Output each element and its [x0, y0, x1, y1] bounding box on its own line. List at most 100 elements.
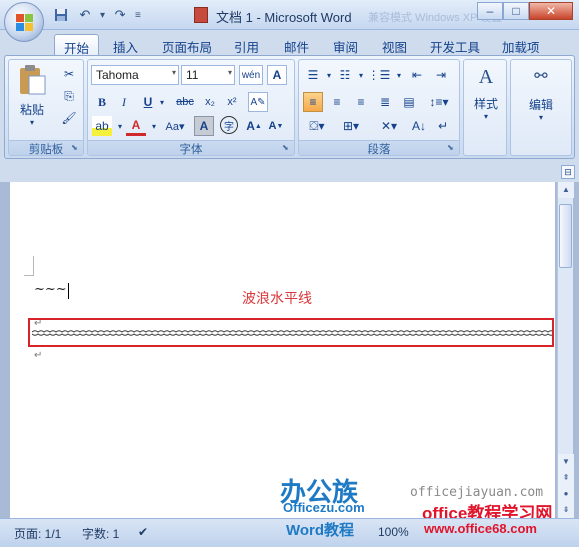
title-bar: ↶ ▾ ↷ ≡ 文档 1 - Microsoft Word 兼容模式 Windo…	[0, 0, 579, 30]
wave-line-highlight-box	[28, 318, 554, 347]
tab-review[interactable]: 审阅	[333, 34, 358, 56]
subscript-button[interactable]: x₂	[200, 92, 220, 112]
paste-label: 粘贴	[19, 103, 44, 117]
enclose-chars-button[interactable]: 字	[220, 116, 238, 134]
dialog-launcher-icon[interactable]: ⬊	[71, 143, 81, 153]
watermark-word-tutorial: Word教程	[286, 522, 355, 539]
change-case-button[interactable]: Aa▾	[162, 116, 188, 136]
scroll-up-icon[interactable]: ▲	[558, 182, 574, 198]
italic-button[interactable]: I	[114, 92, 134, 112]
office-button[interactable]	[4, 2, 44, 42]
tab-insert[interactable]: 插入	[113, 34, 138, 56]
chevron-down-icon: ▾	[171, 68, 176, 77]
tab-page-layout[interactable]: 页面布局	[162, 34, 212, 56]
next-page-icon[interactable]: ⇟	[558, 502, 574, 518]
redo-icon[interactable]: ↷	[111, 6, 129, 24]
previous-page-icon[interactable]: ⇞	[558, 470, 574, 486]
chinese-layout-icon[interactable]: ✕▾	[375, 116, 403, 136]
copy-icon[interactable]: ⎘	[59, 86, 79, 106]
document-icon	[194, 7, 208, 23]
superscript-button[interactable]: x²	[222, 92, 242, 112]
document-page[interactable]	[10, 182, 555, 518]
justify-icon[interactable]: ≣	[375, 92, 395, 112]
font-color-icon[interactable]: A	[126, 116, 146, 136]
paste-button[interactable]: 粘贴 ▾	[15, 64, 49, 127]
increase-indent-icon[interactable]: ⇥	[431, 65, 451, 85]
chevron-down-icon[interactable]: ▾	[389, 65, 409, 85]
phonetic-guide-button[interactable]: wén	[239, 65, 263, 85]
watermark-office68: www.office68.com	[424, 521, 537, 536]
ribbon-tabs: 开始 插入 页面布局 引用 邮件 审阅 视图 开发工具 加载项	[0, 30, 579, 56]
chevron-down-icon[interactable]: ▾	[144, 116, 164, 136]
tab-mailings[interactable]: 邮件	[284, 34, 309, 56]
strikethrough-button[interactable]: abc	[172, 92, 198, 112]
tab-view[interactable]: 视图	[382, 34, 407, 56]
dialog-launcher-icon[interactable]: ⬊	[447, 143, 457, 153]
dialog-launcher-icon[interactable]: ⬊	[282, 143, 292, 153]
tab-references[interactable]: 引用	[234, 34, 259, 56]
page-count[interactable]: 页面: 1/1	[14, 525, 61, 542]
font-size-select[interactable]: 11 ▾	[181, 65, 235, 85]
align-center-icon[interactable]: ≡	[327, 92, 347, 112]
chevron-down-icon: ▾	[227, 68, 232, 77]
line-spacing-icon[interactable]: ↕≡▾	[425, 92, 453, 112]
close-button[interactable]: ✕	[529, 2, 573, 20]
grow-font-button[interactable]: A ▲	[244, 116, 264, 136]
ruler-area: ⊟	[0, 160, 579, 182]
multilevel-list-icon[interactable]: ⋮☰	[368, 65, 391, 85]
watermark-jiayuan: officejiayuan.com	[410, 485, 544, 500]
group-editing: ⚯ 编辑 ▾	[510, 59, 572, 156]
editing-button[interactable]: ⚯ 编辑 ▾	[515, 66, 567, 122]
view-ruler-icon[interactable]: ⊟	[561, 165, 575, 179]
decrease-indent-icon[interactable]: ⇤	[407, 65, 427, 85]
scroll-thumb[interactable]	[559, 204, 572, 268]
char-shading-button[interactable]: A	[194, 116, 214, 136]
borders-icon[interactable]: ⊞▾	[337, 116, 365, 136]
clear-formatting-button[interactable]: A✎	[248, 92, 268, 112]
minimize-button[interactable]: ‒	[477, 2, 503, 20]
chevron-down-icon: ▾	[538, 113, 543, 122]
text-cursor	[68, 283, 69, 299]
font-name-select[interactable]: Tahoma ▾	[91, 65, 179, 85]
show-marks-icon[interactable]: ↵	[433, 116, 453, 136]
align-right-icon[interactable]: ≡	[351, 92, 371, 112]
styles-button[interactable]: A 样式 ▾	[466, 66, 506, 121]
font-size-value: 11	[186, 68, 199, 82]
window-title: 文档 1 - Microsoft Word	[216, 10, 352, 25]
cut-icon[interactable]: ✂	[59, 64, 79, 84]
group-label-paragraph: 段落	[299, 140, 459, 156]
wavy-horizontal-line	[32, 330, 552, 336]
tab-add-ins[interactable]: 加载项	[502, 34, 540, 56]
group-font: Tahoma ▾ 11 ▾ wén A B I U ▾ abc x₂ x² A✎…	[87, 59, 295, 156]
tab-home[interactable]: 开始	[54, 34, 100, 56]
sort-icon[interactable]: A↓	[409, 116, 429, 136]
distributed-icon[interactable]: ▤	[399, 92, 419, 112]
select-browse-object-icon[interactable]: ●	[558, 486, 574, 502]
chevron-down-icon: ▾	[483, 112, 488, 121]
format-painter-icon[interactable]: 🖌	[59, 108, 79, 128]
zoom-level[interactable]: 100%	[378, 525, 409, 539]
shrink-font-button[interactable]: A ▼	[266, 116, 286, 136]
chevron-down-icon[interactable]: ▾	[100, 10, 105, 21]
undo-icon[interactable]: ↶	[76, 6, 94, 24]
align-left-icon[interactable]: ≡	[303, 92, 323, 112]
paragraph-mark: ↵	[34, 350, 43, 361]
tilde-text: ~~~	[34, 282, 67, 297]
shading-icon[interactable]: ⛋▾	[303, 116, 331, 136]
word-count[interactable]: 字数: 1	[82, 525, 119, 542]
char-border-label: A	[272, 68, 282, 82]
scroll-down-icon[interactable]: ▼	[558, 454, 574, 470]
chevron-down-icon[interactable]: ▾	[152, 92, 172, 112]
maximize-button[interactable]: □	[503, 2, 529, 20]
phonetic-guide-label: wén	[241, 69, 261, 81]
customize-qat-icon[interactable]: ≡	[135, 10, 141, 21]
group-paragraph: ☰ ▾ ☷ ▾ ⋮☰ ▾ ⇤ ⇥ ≡ ≡ ≡ ≣ ▤ ↕≡▾ ⛋▾ ⊞▾ ✕▾ …	[298, 59, 460, 156]
char-border-button[interactable]: A	[267, 65, 287, 85]
vertical-scrollbar[interactable]: ▲ ▼ ⇞ ● ⇟	[557, 182, 574, 518]
tab-developer[interactable]: 开发工具	[430, 34, 480, 56]
save-icon[interactable]	[52, 6, 70, 24]
proofing-icon[interactable]: ✔	[138, 525, 148, 539]
highlight-icon[interactable]: ab	[92, 116, 112, 136]
watermark-logo-url: Officezu.com	[283, 500, 365, 515]
bold-button[interactable]: B	[92, 92, 112, 112]
